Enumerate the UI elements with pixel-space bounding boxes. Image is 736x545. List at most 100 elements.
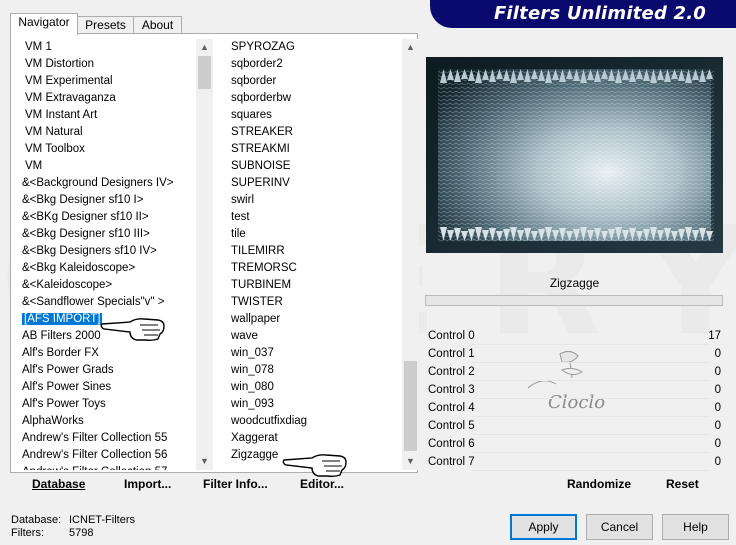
category-item[interactable]: &<Sandflower Specials"v" > — [20, 294, 196, 311]
editor-button[interactable]: Editor... — [300, 477, 344, 491]
filter-item[interactable]: wave — [227, 328, 402, 345]
filter-item[interactable]: sqborderbw — [227, 90, 402, 107]
category-item[interactable]: Alf's Border FX — [20, 345, 196, 362]
filter-item-label: sqborder2 — [231, 58, 283, 70]
filter-item[interactable]: sqborder — [227, 73, 402, 90]
control-slider-row[interactable]: Control 3 0 — [426, 381, 724, 399]
filter-item[interactable]: win_037 — [227, 345, 402, 362]
category-item[interactable]: Andrew's Filter Collection 57 — [20, 464, 196, 470]
scroll-down-icon[interactable]: ▼ — [402, 453, 419, 470]
filter-item[interactable]: STREAKMI — [227, 141, 402, 158]
filter-item[interactable]: test — [227, 209, 402, 226]
tab-navigator[interactable]: Navigator — [10, 13, 78, 35]
filter-item-label: win_078 — [231, 364, 274, 376]
cancel-button[interactable]: Cancel — [586, 514, 653, 540]
filter-item[interactable]: TURBINEM — [227, 277, 402, 294]
help-button[interactable]: Help — [662, 514, 729, 540]
category-item[interactable]: VM — [20, 158, 196, 175]
filter-item[interactable]: woodcutfixdiag — [227, 413, 402, 430]
filter-item-label: wallpaper — [231, 313, 281, 325]
filter-item[interactable]: SPYROZAG — [227, 39, 402, 56]
filter-item[interactable]: squares — [227, 107, 402, 124]
filter-item[interactable]: win_078 — [227, 362, 402, 379]
filter-item-label: SUBNOISE — [231, 160, 291, 172]
filter-item[interactable]: SUBNOISE — [227, 158, 402, 175]
category-item[interactable]: &<BKg Designer sf10 II> — [20, 209, 196, 226]
category-item[interactable]: &<Bkg Designer sf10 I> — [20, 192, 196, 209]
control-slider-row[interactable]: Control 5 0 — [426, 417, 724, 435]
import-button[interactable]: Import... — [124, 477, 171, 491]
category-item[interactable]: Alf's Power Grads — [20, 362, 196, 379]
filter-item-label: wave — [231, 330, 258, 342]
category-item-label: Andrew's Filter Collection 55 — [22, 432, 168, 444]
category-item-label: AlphaWorks — [22, 415, 84, 427]
category-item[interactable]: VM Extravaganza — [20, 90, 196, 107]
category-item[interactable]: VM Distortion — [20, 56, 196, 73]
app-title: Filters Unlimited 2.0 — [493, 3, 706, 24]
category-item[interactable]: Andrew's Filter Collection 55 — [20, 430, 196, 447]
filter-item[interactable]: TREMORSC — [227, 260, 402, 277]
control-track[interactable] — [472, 470, 710, 471]
filter-scrollbar[interactable]: ▲ ▼ — [402, 39, 419, 470]
category-item-label: [AFS IMPORT] — [20, 312, 104, 326]
category-item[interactable]: &<Kaleidoscope> — [20, 277, 196, 294]
category-item-label: Alf's Power Sines — [22, 381, 112, 393]
control-value: 0 — [714, 366, 721, 378]
category-item[interactable]: VM 1 — [20, 39, 196, 56]
category-item[interactable]: &<Bkg Kaleidoscope> — [20, 260, 196, 277]
control-slider-row[interactable]: Control 1 0 — [426, 345, 724, 363]
scroll-up-icon[interactable]: ▲ — [402, 39, 419, 56]
control-value: 0 — [714, 384, 721, 396]
category-item[interactable]: VM Experimental — [20, 73, 196, 90]
control-slider-row[interactable]: Control 0 17 — [426, 327, 724, 345]
category-item[interactable]: VM Instant Art — [20, 107, 196, 124]
reset-button[interactable]: Reset — [666, 477, 699, 491]
control-slider-row[interactable]: Control 2 0 — [426, 363, 724, 381]
control-slider-row[interactable]: Control 4 0 — [426, 399, 724, 417]
filter-item[interactable]: tile — [227, 226, 402, 243]
filter-item-label: sqborder — [231, 75, 277, 87]
apply-button[interactable]: Apply — [510, 514, 577, 540]
scroll-up-icon[interactable]: ▲ — [196, 39, 213, 56]
scroll-down-icon[interactable]: ▼ — [196, 453, 213, 470]
filter-list[interactable]: SPYROZAG sqborder2 sqborder sqborderbw squar… — [227, 39, 402, 470]
filter-item[interactable]: sqborder2 — [227, 56, 402, 73]
database-status-label: Database: — [11, 514, 62, 526]
database-button[interactable]: Database — [32, 477, 85, 491]
filter-item[interactable]: wallpaper — [227, 311, 402, 328]
scroll-thumb[interactable] — [198, 56, 211, 89]
filter-item-label: win_037 — [231, 347, 274, 359]
category-item[interactable]: &<Bkg Designers sf10 IV> — [20, 243, 196, 260]
category-item[interactable]: AlphaWorks — [20, 413, 196, 430]
category-scrollbar[interactable]: ▲ ▼ — [196, 39, 213, 470]
category-item[interactable]: Alf's Power Toys — [20, 396, 196, 413]
control-label: Control 5 — [428, 420, 475, 432]
category-item[interactable]: VM Natural — [20, 124, 196, 141]
control-slider-row[interactable]: Control 6 0 — [426, 435, 724, 453]
filter-item[interactable]: TWISTER — [227, 294, 402, 311]
randomize-button[interactable]: Randomize — [567, 477, 631, 491]
control-slider-row[interactable]: Control 7 0 — [426, 453, 724, 471]
category-item[interactable]: &<Bkg Designer sf10 III> — [20, 226, 196, 243]
category-item[interactable]: &<Background Designers IV> — [20, 175, 196, 192]
category-item-label: &<Bkg Designer sf10 I> — [22, 194, 144, 206]
category-item[interactable]: Andrew's Filter Collection 56 — [20, 447, 196, 464]
filter-item[interactable]: TILEMIRR — [227, 243, 402, 260]
pointing-hand-icon — [100, 318, 165, 342]
filter-item[interactable]: swirl — [227, 192, 402, 209]
filters-count-value: 5798 — [69, 527, 94, 539]
reset-label: Reset — [666, 477, 699, 491]
filter-item[interactable]: STREAKER — [227, 124, 402, 141]
filter-item[interactable]: Xaggerat — [227, 430, 402, 447]
filter-info-button[interactable]: Filter Info... — [203, 477, 268, 491]
filter-item[interactable]: SUPERINV — [227, 175, 402, 192]
category-item-label: &<Background Designers IV> — [22, 177, 174, 189]
filter-item[interactable]: win_093 — [227, 396, 402, 413]
category-item-label: VM Distortion — [25, 58, 95, 70]
category-item-label: Andrew's Filter Collection 56 — [22, 449, 168, 461]
category-item[interactable]: VM Toolbox — [20, 141, 196, 158]
scroll-thumb[interactable] — [404, 361, 417, 451]
filter-item[interactable]: win_080 — [227, 379, 402, 396]
category-list[interactable]: VM 1 VM Distortion VM Experimental VM Extra… — [20, 39, 196, 470]
category-item[interactable]: Alf's Power Sines — [20, 379, 196, 396]
